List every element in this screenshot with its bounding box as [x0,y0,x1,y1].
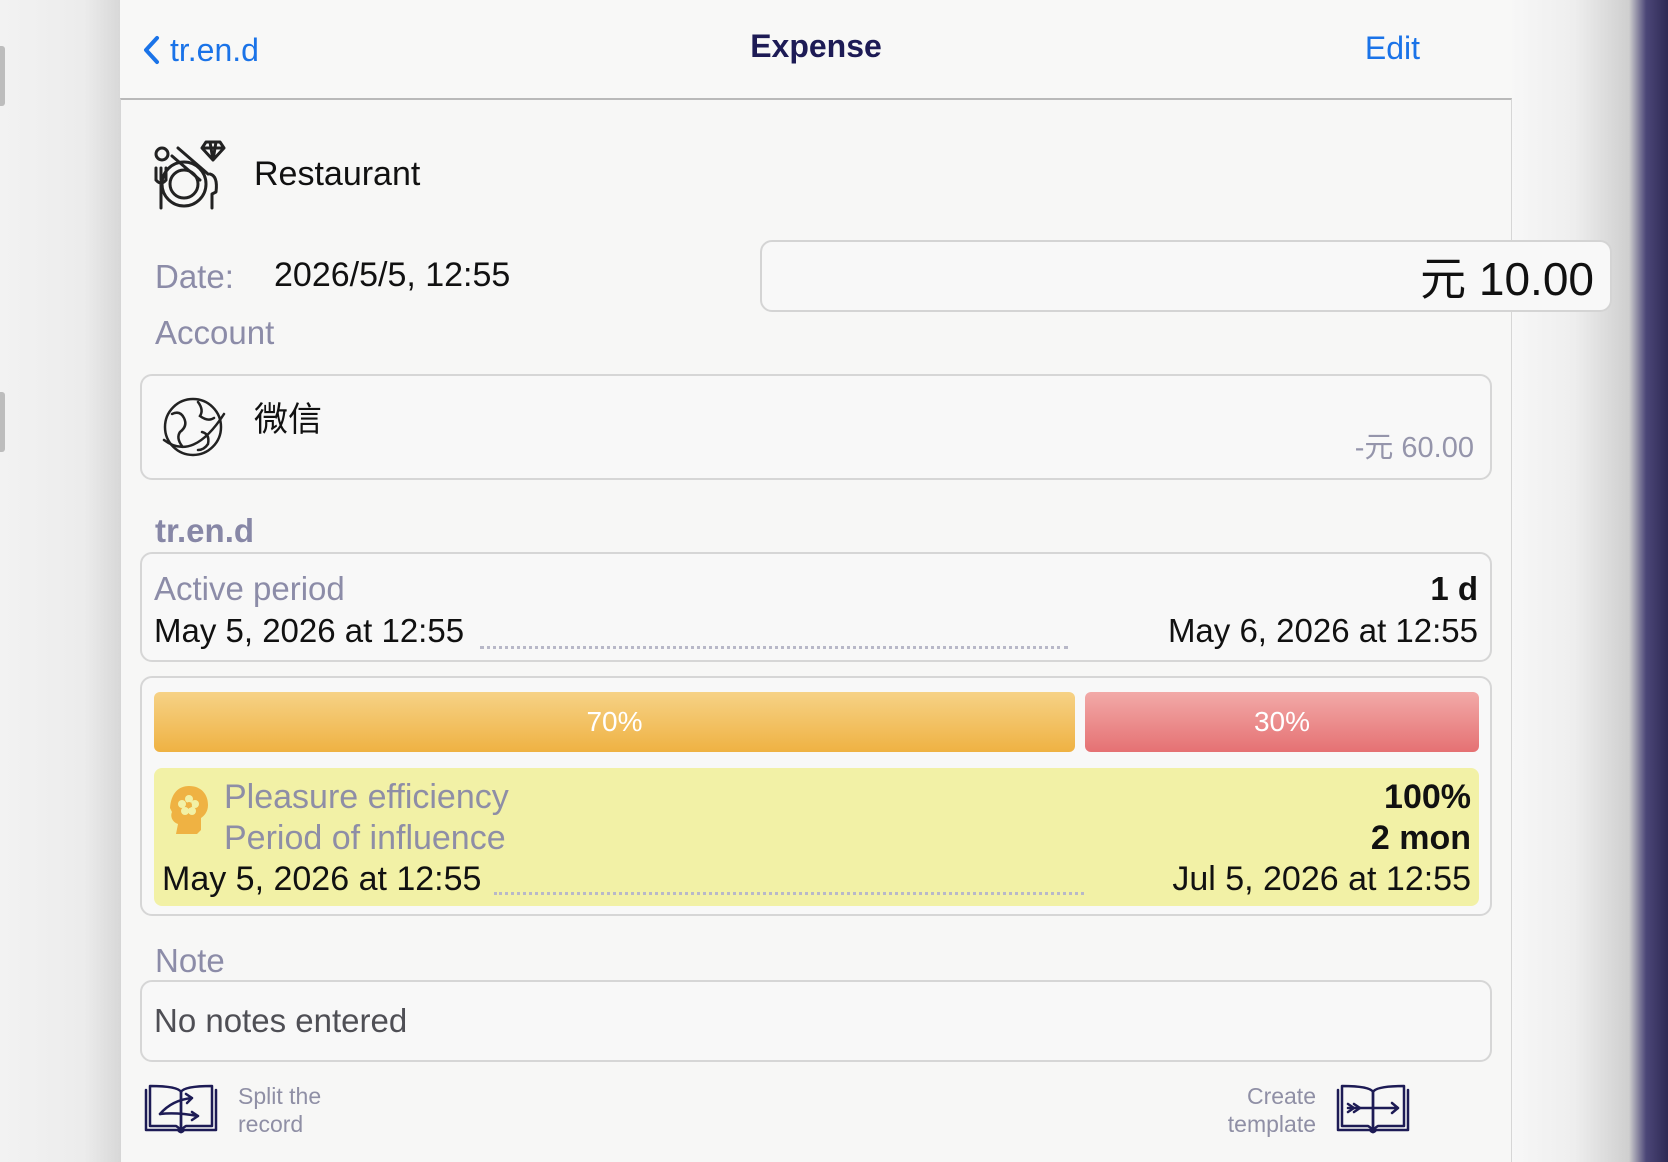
amount-field[interactable]: 元 10.00 [760,240,1612,312]
split-box: 70% 30% Pleasure efficiency 100% Period … [140,676,1492,916]
account-section-label: Account [155,314,275,351]
category-label: Restaurant [254,154,421,193]
create-template-button[interactable]: Create template [1228,1082,1412,1138]
split-record-label: Split the record [238,1082,321,1138]
template-book-icon [1336,1084,1410,1134]
create-template-line1: Create [1246,1083,1316,1109]
dotted-leader [480,646,1068,649]
navigation-bar: tr.en.d Expense Edit [120,0,1512,100]
active-period-start: May 5, 2026 at 12:55 [154,612,465,649]
split-book-icon [144,1084,218,1134]
active-period-label: Active period [154,570,345,607]
split-record-line1: Split the [238,1083,322,1109]
globe-icon [162,397,226,457]
edge-tab [0,46,5,106]
edge-tab [0,392,5,452]
page-title: Expense [750,28,882,64]
primary-share-bar[interactable]: 70% [154,692,1075,752]
trend-section-label: tr.en.d [155,512,255,549]
right-backdrop [1512,0,1668,1162]
account-name: 微信 [254,401,322,439]
split-record-button[interactable]: Split the record [142,1082,321,1138]
account-balance: -元 60.00 [1354,432,1474,464]
category-selector[interactable]: Restaurant [148,134,420,214]
active-period-duration: 1 d [1430,570,1478,607]
date-value[interactable]: 2026/5/5, 12:55 [274,256,510,295]
left-backdrop [0,0,120,1162]
pleasure-efficiency-label: Pleasure efficiency [224,778,509,816]
note-field[interactable]: No notes entered [140,980,1492,1062]
expense-sheet: tr.en.d Expense Edit Restaurant Date: 20… [120,0,1612,1162]
influence-end: Jul 5, 2026 at 12:55 [1172,860,1471,898]
note-section-label: Note [155,942,225,979]
pleasure-head-icon [170,786,208,834]
influence-period-value: 2 mon [1370,819,1471,857]
account-selector[interactable]: 微信 -元 60.00 [140,374,1492,480]
active-period-end: May 6, 2026 at 12:55 [1167,612,1478,649]
split-record-line2: record [238,1111,304,1137]
create-template-line2: template [1227,1111,1316,1137]
restaurant-icon [154,140,226,210]
active-period-box[interactable]: Active period 1 d May 5, 2026 at 12:55 M… [140,552,1492,662]
pleasure-panel[interactable]: Pleasure efficiency 100% Period of influ… [154,768,1479,906]
influence-period-label: Period of influence [224,819,506,857]
pleasure-efficiency-value: 100% [1384,778,1471,816]
create-template-label: Create template [1228,1082,1316,1138]
influence-start: May 5, 2026 at 12:55 [162,860,482,898]
dotted-leader [494,892,1084,895]
date-label: Date: [155,258,234,295]
edit-button[interactable]: Edit [1365,30,1420,67]
secondary-share-bar[interactable]: 30% [1085,692,1479,752]
